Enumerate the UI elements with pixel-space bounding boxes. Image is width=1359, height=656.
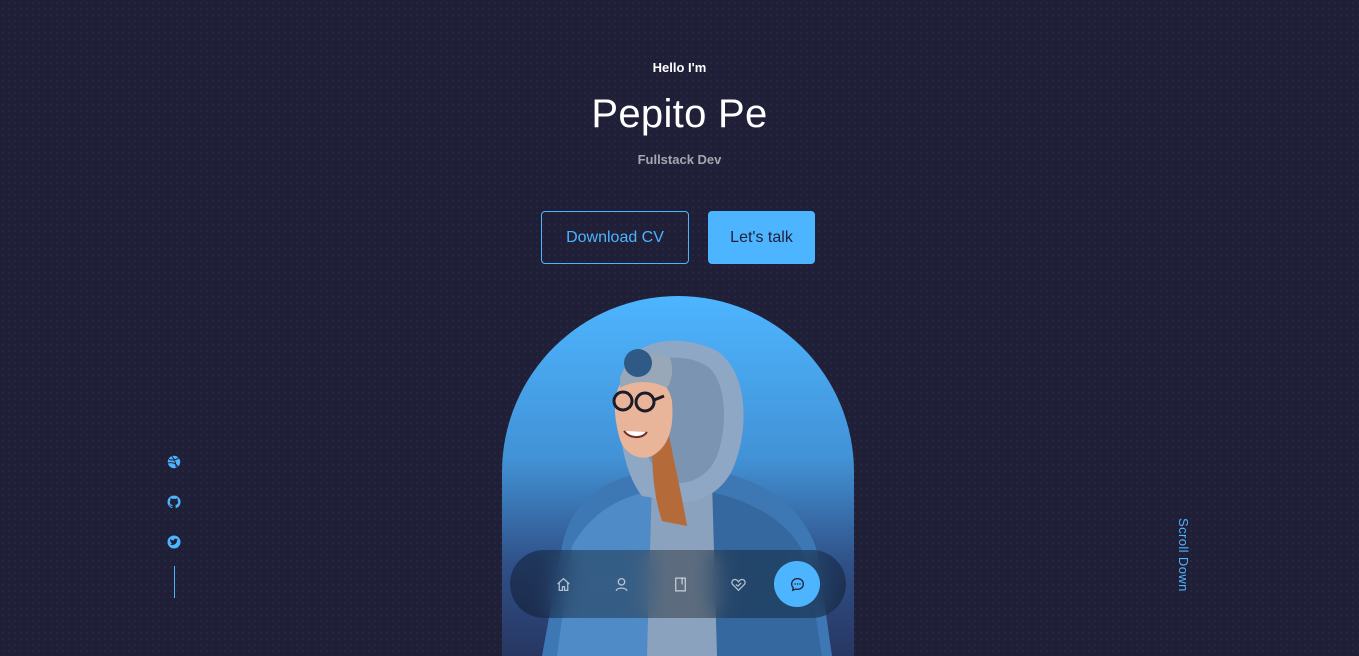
nav-experience[interactable] [657,561,703,607]
home-icon [556,577,570,591]
social-links [166,454,182,598]
hero-name: Pepito Pe [591,92,768,136]
services-icon [731,578,746,591]
user-icon [615,577,628,591]
bottom-nav [510,550,846,618]
nav-contact[interactable] [774,561,820,607]
greeting-text: Hello I'm [652,60,707,75]
github-icon[interactable] [166,494,182,510]
nav-services[interactable] [716,561,762,607]
scroll-down-link[interactable]: Scroll Down [1176,518,1191,592]
hero-role: Fullstack Dev [637,152,722,167]
nav-home[interactable] [540,561,586,607]
nav-about[interactable] [599,561,645,607]
twitter-icon[interactable] [166,534,182,550]
book-icon [674,576,686,592]
message-icon [790,577,804,591]
dribbble-icon[interactable] [166,454,182,470]
download-cv-button[interactable]: Download CV [541,211,689,264]
social-divider-line [173,566,175,598]
lets-talk-button[interactable]: Let's talk [708,211,815,264]
